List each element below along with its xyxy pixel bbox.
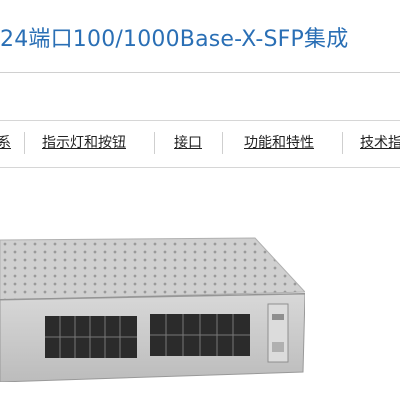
tab-features[interactable]: 功能和特性: [244, 133, 314, 153]
tab-separator: [154, 132, 155, 154]
tab-tech-specs[interactable]: 技术指: [360, 133, 400, 153]
tab-indicators-and-buttons[interactable]: 指示灯和按钮: [42, 133, 126, 153]
tab-interfaces[interactable]: 接口: [174, 133, 202, 153]
tab-bar: 系 指示灯和按钮 接口 功能和特性 技术指: [0, 120, 400, 168]
page-title: 24端口100/1000Base-X-SFP集成: [0, 27, 349, 52]
tab-separator: [222, 132, 223, 154]
title-divider: [0, 72, 400, 73]
tab-separator: [24, 132, 25, 154]
line-card-image: [0, 232, 307, 383]
tab-overview[interactable]: 系: [0, 133, 11, 153]
tab-separator: [342, 132, 343, 154]
